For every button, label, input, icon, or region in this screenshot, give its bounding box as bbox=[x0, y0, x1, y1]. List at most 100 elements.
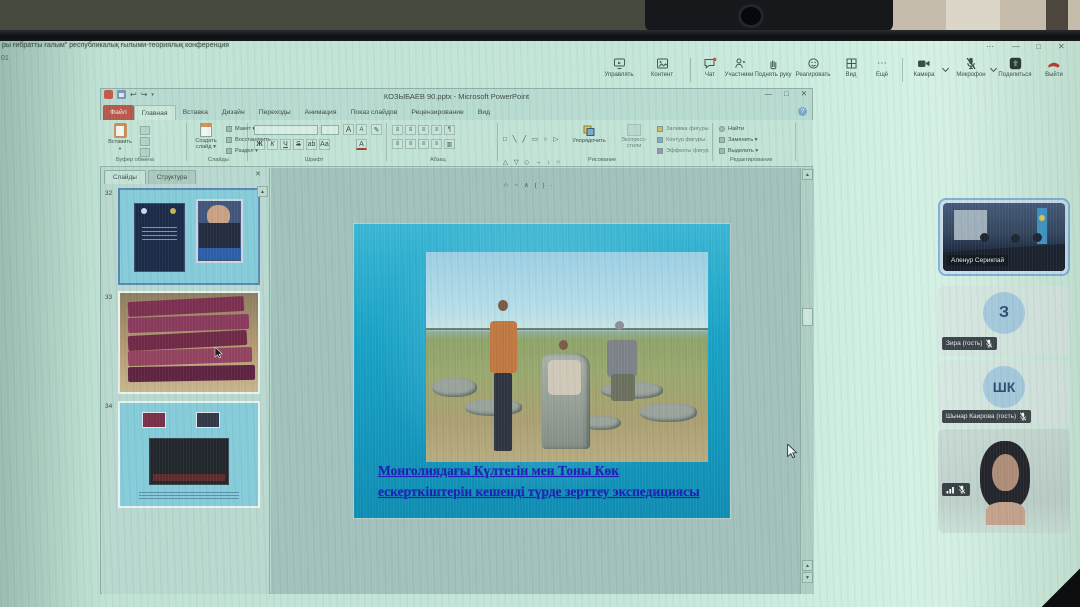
raise-hand-button[interactable]: Поднять руку bbox=[752, 56, 794, 84]
tab-file[interactable]: Файл bbox=[103, 105, 134, 120]
tab-home[interactable]: Главная bbox=[134, 105, 176, 120]
shape-effects-button[interactable]: Эффекты фигур bbox=[657, 148, 709, 154]
caption-lines-graphic bbox=[139, 492, 238, 500]
meeting-minimize-button[interactable]: — bbox=[1012, 42, 1020, 51]
bullets-icon[interactable]: ≡ bbox=[392, 125, 403, 135]
find-icon bbox=[719, 126, 725, 132]
participant-video-tile[interactable]: Аленур Серикпай bbox=[938, 198, 1070, 276]
camera-chevron-icon[interactable] bbox=[943, 60, 948, 71]
group-divider bbox=[497, 123, 498, 161]
font-size-select[interactable] bbox=[321, 125, 339, 135]
manage-button[interactable]: Управлять bbox=[598, 56, 640, 84]
select-button[interactable]: Выделить ▾ bbox=[719, 148, 758, 154]
grid-view-icon bbox=[845, 56, 858, 71]
participant-name-label: Зира (гость) bbox=[942, 337, 997, 350]
help-icon[interactable]: ? bbox=[798, 107, 807, 116]
slide-thumbnail-32[interactable] bbox=[118, 188, 260, 285]
fence-graphic bbox=[426, 328, 708, 330]
previous-slide-icon[interactable]: ▲ bbox=[802, 560, 813, 571]
cut-button[interactable] bbox=[140, 126, 150, 135]
layout-button[interactable]: Макет ▾ bbox=[226, 126, 255, 132]
italic-button[interactable]: К bbox=[267, 139, 278, 150]
bold-button[interactable]: Ж bbox=[254, 139, 265, 150]
ppt-close-button[interactable]: ✕ bbox=[801, 89, 807, 98]
copy-button[interactable] bbox=[140, 137, 150, 146]
leave-button[interactable]: Выйти bbox=[1033, 56, 1075, 84]
paste-button[interactable]: Вставить ▾ bbox=[106, 123, 134, 152]
status-icons bbox=[942, 483, 970, 496]
meeting-close-button[interactable]: ✕ bbox=[1058, 42, 1065, 51]
tab-design[interactable]: Дизайн bbox=[215, 105, 252, 120]
shrink-font-button[interactable]: А bbox=[356, 124, 367, 135]
replace-button[interactable]: Заменить ▾ bbox=[719, 137, 758, 143]
tab-slideshow[interactable]: Показ слайдов bbox=[344, 105, 405, 120]
tab-insert[interactable]: Вставка bbox=[176, 105, 215, 120]
line-spacing-icon[interactable]: ¶ bbox=[444, 125, 455, 135]
camera-button[interactable]: Камера bbox=[903, 56, 945, 84]
text-shadow-button[interactable]: ab bbox=[306, 139, 317, 150]
shape-fill-button[interactable]: Заливка фигуры bbox=[657, 126, 709, 132]
ppt-maximize-button[interactable]: □ bbox=[784, 89, 789, 98]
columns-icon[interactable]: ▥ bbox=[444, 139, 455, 149]
tab-slides-panel[interactable]: Слайды bbox=[104, 170, 146, 184]
slide-thumbnail-34[interactable] bbox=[118, 401, 260, 508]
new-slide-button[interactable]: Создать слайд ▾ bbox=[190, 123, 222, 151]
shape-outline-button[interactable]: Контур фигуры bbox=[657, 137, 705, 143]
participants-icon bbox=[733, 56, 746, 71]
indent-decrease-icon[interactable]: ≡ bbox=[418, 125, 429, 135]
align-center-icon[interactable]: ≡ bbox=[405, 139, 416, 149]
microphone-button[interactable]: Микрофон bbox=[950, 56, 992, 84]
justify-icon[interactable]: ≡ bbox=[431, 139, 442, 149]
tab-animations[interactable]: Анимация bbox=[298, 105, 344, 120]
tab-view[interactable]: Вид bbox=[471, 105, 497, 120]
participant-audio-tile[interactable]: З Зира (гость) bbox=[938, 286, 1070, 356]
powerpoint-titlebar[interactable]: ↩ ↪ ▾ КОЗЫБАЕВ 90.pptx - Microsoft Power… bbox=[100, 88, 813, 104]
group-divider bbox=[712, 123, 713, 161]
scroll-thumb[interactable] bbox=[802, 308, 813, 326]
ppt-minimize-button[interactable]: — bbox=[765, 89, 773, 98]
reset-icon bbox=[226, 137, 232, 143]
grow-font-button[interactable]: А bbox=[343, 124, 354, 135]
slide-caption: Монголиядағы Күлтегін мен Тоны Көк ескер… bbox=[378, 461, 700, 503]
panel-scroll-up-icon[interactable]: ▲ bbox=[257, 186, 268, 197]
stamp-graphic bbox=[142, 412, 166, 428]
align-right-icon[interactable]: ≡ bbox=[418, 139, 429, 149]
underline-button[interactable]: Ч bbox=[280, 139, 291, 150]
document-title: КОЗЫБАЕВ 90.pptx - Microsoft PowerPoint bbox=[100, 92, 813, 101]
clear-formatting-button[interactable]: ✎ bbox=[371, 124, 382, 135]
strikethrough-button[interactable]: S bbox=[293, 139, 304, 150]
indent-increase-icon[interactable]: ≡ bbox=[431, 125, 442, 135]
tab-outline-panel[interactable]: Структура bbox=[148, 170, 196, 184]
change-case-button[interactable]: Аа bbox=[319, 139, 330, 150]
tab-review[interactable]: Рецензирование bbox=[404, 105, 470, 120]
format-painter-button[interactable] bbox=[140, 148, 150, 157]
book-spine-graphic bbox=[128, 347, 253, 366]
shapes-gallery[interactable]: □ ╲ ╱ ▭ ○ ▷ △ ▽ ◇ → ↓ ○ ☆ ~ ∧ ( ) · bbox=[503, 122, 562, 191]
next-slide-icon[interactable]: ▼ bbox=[802, 572, 813, 583]
meeting-maximize-button[interactable]: □ bbox=[1036, 42, 1041, 51]
find-button[interactable]: Найти bbox=[719, 126, 744, 132]
group-divider bbox=[386, 123, 387, 161]
react-smiley-icon bbox=[807, 56, 820, 71]
wall-edge bbox=[1046, 0, 1068, 32]
scroll-up-icon[interactable]: ▲ bbox=[802, 169, 813, 180]
numbering-icon[interactable]: ≡ bbox=[405, 125, 416, 135]
arrange-button[interactable]: Упорядочить bbox=[566, 124, 612, 144]
tab-transitions[interactable]: Переходы bbox=[252, 105, 298, 120]
slide-thumbnail-33[interactable] bbox=[118, 291, 260, 394]
react-button[interactable]: Реагировать bbox=[792, 56, 834, 84]
share-button[interactable]: Поделиться bbox=[994, 56, 1036, 84]
more-button[interactable]: ⋯ Ещё bbox=[861, 56, 903, 84]
slide-panel-close-icon[interactable]: ✕ bbox=[255, 170, 261, 178]
manage-screen-icon bbox=[613, 56, 626, 71]
participant-video-tile[interactable] bbox=[938, 429, 1070, 533]
quick-styles-button[interactable]: Экспресс-стили bbox=[614, 124, 654, 150]
align-left-icon[interactable]: ≡ bbox=[392, 139, 403, 149]
stone-graphic bbox=[640, 403, 696, 422]
font-color-button[interactable]: А bbox=[356, 139, 367, 150]
font-name-select[interactable] bbox=[254, 125, 318, 135]
participant-audio-tile[interactable]: ШК Шынар Каирова (гость) bbox=[938, 360, 1070, 428]
editor-scrollbar[interactable]: ▲ ▲ ▼ bbox=[800, 168, 814, 594]
meeting-more-window-button[interactable]: ⋯ bbox=[986, 42, 994, 51]
content-button[interactable]: Контент bbox=[641, 56, 683, 84]
